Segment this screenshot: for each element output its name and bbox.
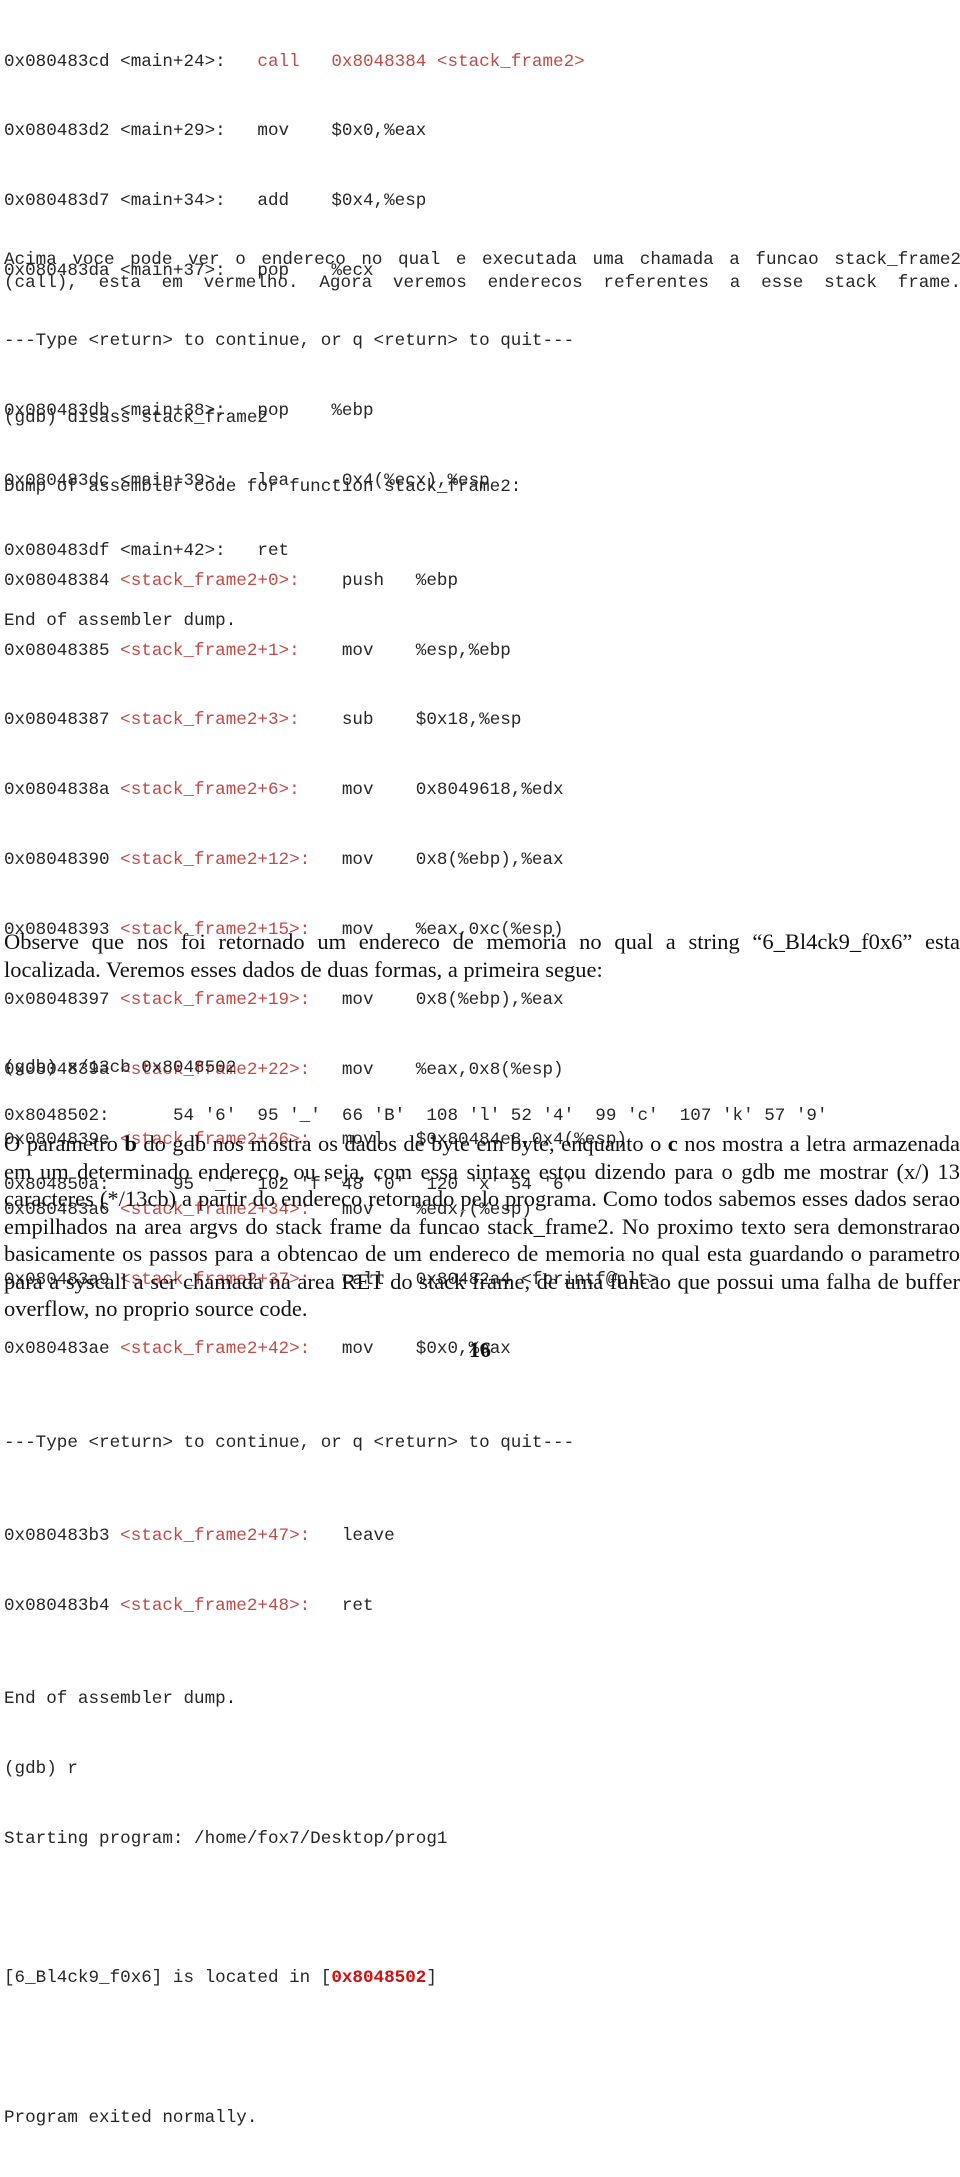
paragraph-text: Acima voce pode ver o endereco no qual e… xyxy=(4,250,960,294)
instruction-operand: %ebp xyxy=(415,570,459,591)
instruction-mnemonic: mov xyxy=(341,640,374,661)
instruction-mnemonic: mov xyxy=(341,850,374,871)
instruction-mnemonic: push xyxy=(341,570,385,591)
program-output-line: [6_Bl4ck9_f0x6] is located in [0x8048502… xyxy=(4,1967,659,1990)
instruction-mnemonic: add xyxy=(257,191,290,212)
instruction-mnemonic: mov xyxy=(341,990,374,1011)
instruction-mnemonic: ret xyxy=(341,1595,374,1616)
instruction-address: 0x08048397 xyxy=(4,990,121,1011)
page-number: 16 xyxy=(469,1337,491,1362)
disassembly-row: 0x08048384 <stack_frame2+0>: push %ebp xyxy=(4,570,659,593)
disassembly-row: 0x08048385 <stack_frame2+1>: mov %esp,%e… xyxy=(4,640,659,663)
instruction-operand: $0x0,%eax xyxy=(331,121,427,142)
instruction-mnemonic: mov xyxy=(341,780,374,801)
instruction-mnemonic: call xyxy=(257,51,300,72)
document-page: 0x080483cd <main+24>: call 0x8048384 <st… xyxy=(0,0,960,2129)
hexdump-address: 0x8048502: xyxy=(4,1105,110,1126)
instruction-symbol: <stack_frame2+6>: xyxy=(120,780,311,801)
pager-prompt: ---Type <return> to continue, or q <retu… xyxy=(4,331,575,352)
paragraph-acima: Acima voce pode ver o endereco no qual e… xyxy=(4,249,960,319)
instruction-address: 0x08048385 xyxy=(4,640,121,661)
instruction-address: 0x0804838a xyxy=(4,780,121,801)
instruction-address: 0x080483b4 xyxy=(4,1595,121,1616)
instruction-operand: $0x18,%esp xyxy=(415,710,522,731)
paragraph-text-part1: O parametro xyxy=(4,1131,125,1156)
instruction-operand: 0x8(%ebp),%eax xyxy=(415,990,564,1011)
instruction-symbol: <stack_frame2+0>: xyxy=(120,570,311,591)
paragraph-parametro: O parametro b do gdb nos mostra os dados… xyxy=(4,1130,960,1323)
gdb-command-run: (gdb) r xyxy=(4,1758,78,1779)
located-address: 0x8048502 xyxy=(331,1968,427,1989)
output-prefix: [6_Bl4ck9_f0x6] is located in [ xyxy=(4,1968,332,1989)
instruction-address: 0x080483d7 <main+34>: xyxy=(4,191,258,212)
instruction-address: 0x080483cd <main+24>: xyxy=(4,51,258,72)
output-suffix: ] xyxy=(426,1968,437,1989)
instruction-mnemonic: mov xyxy=(257,121,290,142)
disassembly-line: 0x080483d7 <main+34>: add $0x4,%esp xyxy=(4,190,585,213)
instruction-mnemonic: sub xyxy=(341,710,374,731)
hexdump-row: 0x8048502: 54 '6' 95 '_' 66 'B' 108 'l' … xyxy=(4,1105,828,1128)
instruction-symbol: <stack_frame2+48>: xyxy=(120,1595,311,1616)
disassembly-line: 0x080483cd <main+24>: call 0x8048384 <st… xyxy=(4,51,585,74)
disassembly-row: 0x080483b4 <stack_frame2+48>: ret xyxy=(4,1595,659,1618)
disassembly-line: 0x080483d2 <main+29>: mov $0x0,%eax xyxy=(4,120,585,143)
instruction-operand: 0x8048384 <stack_frame2> xyxy=(331,51,585,72)
disassembly-row: 0x08048397 <stack_frame2+19>: mov 0x8(%e… xyxy=(4,989,659,1012)
instruction-symbol: <stack_frame2+19>: xyxy=(120,990,311,1011)
paragraph-text-part2: do gdb nos mostra os dados de byte em by… xyxy=(136,1131,668,1156)
instruction-operand: %esp,%ebp xyxy=(415,640,511,661)
disassembly-row: 0x080483b3 <stack_frame2+47>: leave xyxy=(4,1525,659,1548)
instruction-symbol: <stack_frame2+12>: xyxy=(120,850,311,871)
end-of-dump: End of assembler dump. xyxy=(4,1688,237,1709)
instruction-mnemonic: leave xyxy=(341,1525,395,1546)
instruction-symbol: <stack_frame2+3>: xyxy=(120,710,311,731)
pager-prompt: ---Type <return> to continue, or q <retu… xyxy=(4,1432,575,1453)
instruction-address: 0x080483b3 xyxy=(4,1525,121,1546)
disassembly-row: 0x08048390 <stack_frame2+12>: mov 0x8(%e… xyxy=(4,849,659,872)
paragraph-text: Observe que nos foi retornado um enderec… xyxy=(4,929,960,982)
hexdump-cells: 54 '6' 95 '_' 66 'B' 108 'l' 52 '4' 99 '… xyxy=(172,1105,828,1126)
dump-header: Dump of assembler code for function stac… xyxy=(4,477,522,498)
instruction-address: 0x08048390 xyxy=(4,850,121,871)
instruction-address: 0x08048387 xyxy=(4,710,121,731)
instruction-symbol: <stack_frame2+47>: xyxy=(120,1525,311,1546)
bold-param-c: c xyxy=(667,1131,678,1156)
gdb-command-disass: (gdb) disass stack_frame2 xyxy=(4,407,268,428)
disassembly-row: 0x08048387 <stack_frame2+3>: sub $0x18,%… xyxy=(4,709,659,732)
instruction-operand: $0x4,%esp xyxy=(331,191,427,212)
program-exit-line: Program exited normally. xyxy=(4,2108,258,2129)
bold-param-b: b xyxy=(124,1131,137,1156)
disassembly-row: 0x0804838a <stack_frame2+6>: mov 0x80496… xyxy=(4,779,659,802)
instruction-address: 0x080483d2 <main+29>: xyxy=(4,121,258,142)
starting-program-line: Starting program: /home/fox7/Desktop/pro… xyxy=(4,1828,448,1849)
paragraph-observe: Observe que nos foi retornado um enderec… xyxy=(4,928,960,983)
paragraph-text-part3: nos mostra a letra armazenada em um dete… xyxy=(4,1131,960,1321)
instruction-operand: 0x8049618,%edx xyxy=(415,780,564,801)
instruction-operand: 0x8(%ebp),%eax xyxy=(415,850,564,871)
instruction-symbol: <stack_frame2+1>: xyxy=(120,640,311,661)
instruction-address: 0x08048384 xyxy=(4,570,121,591)
